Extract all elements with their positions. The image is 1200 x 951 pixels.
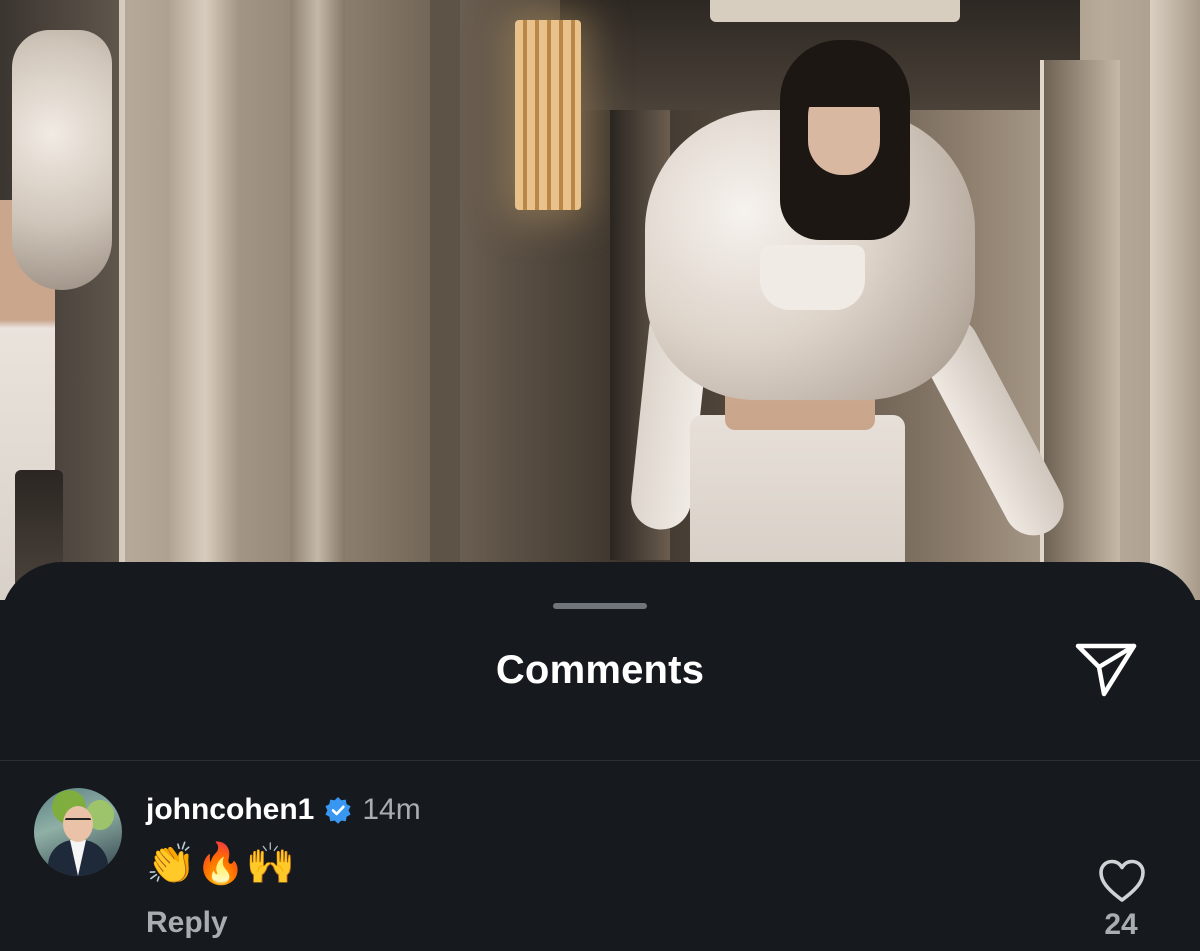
reply-button[interactable]: Reply	[146, 906, 228, 940]
verified-badge-icon	[325, 797, 351, 824]
heart-outline-icon	[1099, 859, 1145, 902]
paper-plane-icon	[1075, 643, 1137, 697]
avatar[interactable]	[34, 788, 122, 876]
comments-sheet: Comments johncohen1 14m 👏🔥🙌 Reply 24	[0, 562, 1200, 951]
like-button[interactable]	[1097, 858, 1147, 904]
photo-wall-panel	[290, 0, 345, 600]
photo-door-frame	[1150, 0, 1200, 600]
like-count: 24	[1104, 908, 1138, 941]
photo-figure-top	[760, 245, 865, 310]
sheet-drag-handle[interactable]	[553, 603, 647, 609]
photo-ceiling-light	[710, 0, 960, 22]
post-photo	[0, 0, 1200, 600]
comment-header: johncohen1 14m	[146, 790, 421, 830]
avatar-head	[63, 806, 93, 842]
sheet-title: Comments	[495, 648, 705, 692]
screen: Comments johncohen1 14m 👏🔥🙌 Reply 24	[0, 0, 1200, 951]
comment-item: johncohen1 14m 👏🔥🙌 Reply 24	[0, 782, 1200, 951]
comment-text: 👏🔥🙌	[146, 841, 296, 887]
sheet-divider	[0, 760, 1200, 761]
comment-timestamp: 14m	[362, 793, 421, 826]
photo-wall-panel	[170, 0, 240, 600]
avatar-glasses	[65, 818, 91, 824]
photo-wall-panel	[430, 0, 460, 600]
photo-wall-sconce	[515, 20, 581, 210]
comment-username[interactable]: johncohen1	[146, 793, 314, 827]
photo-mirror-reflection-fur	[12, 30, 112, 290]
share-button[interactable]	[1070, 638, 1142, 700]
